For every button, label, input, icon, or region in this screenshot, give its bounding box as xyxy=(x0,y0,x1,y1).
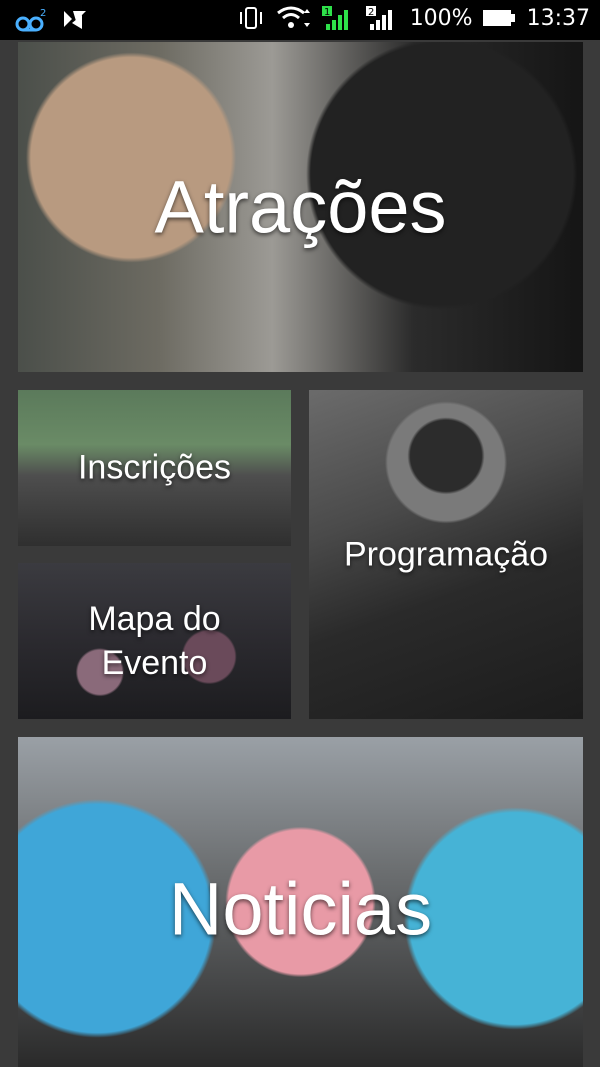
wifi-icon xyxy=(276,5,312,31)
status-right: 1 2 100% 13:37 xyxy=(236,4,590,32)
app-notification-icon xyxy=(62,7,88,33)
atracoes-tile[interactable]: Atrações xyxy=(18,42,583,372)
programacao-tile[interactable]: Programação xyxy=(309,390,583,719)
programacao-label: Programação xyxy=(343,535,549,573)
signal-sim2-icon: 2 xyxy=(365,4,400,32)
battery-icon xyxy=(482,8,517,28)
noticias-label: Noticias xyxy=(168,867,433,951)
vibrate-icon xyxy=(236,6,266,30)
atracoes-label: Atrações xyxy=(154,165,447,249)
mapa-do-evento-label: Mapa do Evento xyxy=(88,600,221,682)
sim2-label: 2 xyxy=(368,7,374,18)
voicemail-badge: 2 xyxy=(40,8,46,19)
noticias-tile[interactable]: Noticias xyxy=(18,737,583,1067)
clock: 13:37 xyxy=(526,5,590,31)
voicemail-icon: 2 xyxy=(14,6,48,34)
battery-percent: 100% xyxy=(409,5,473,31)
status-bar: 2 1 2 100% 13:37 xyxy=(0,0,600,40)
inscricoes-tile[interactable]: Inscrições xyxy=(18,390,291,546)
signal-sim1-icon: 1 xyxy=(321,4,356,32)
status-left: 2 xyxy=(14,6,88,34)
sim1-label: 1 xyxy=(324,7,330,18)
inscricoes-label: Inscrições xyxy=(77,448,232,487)
mapa-do-evento-tile[interactable]: Mapa do Evento xyxy=(18,563,291,719)
